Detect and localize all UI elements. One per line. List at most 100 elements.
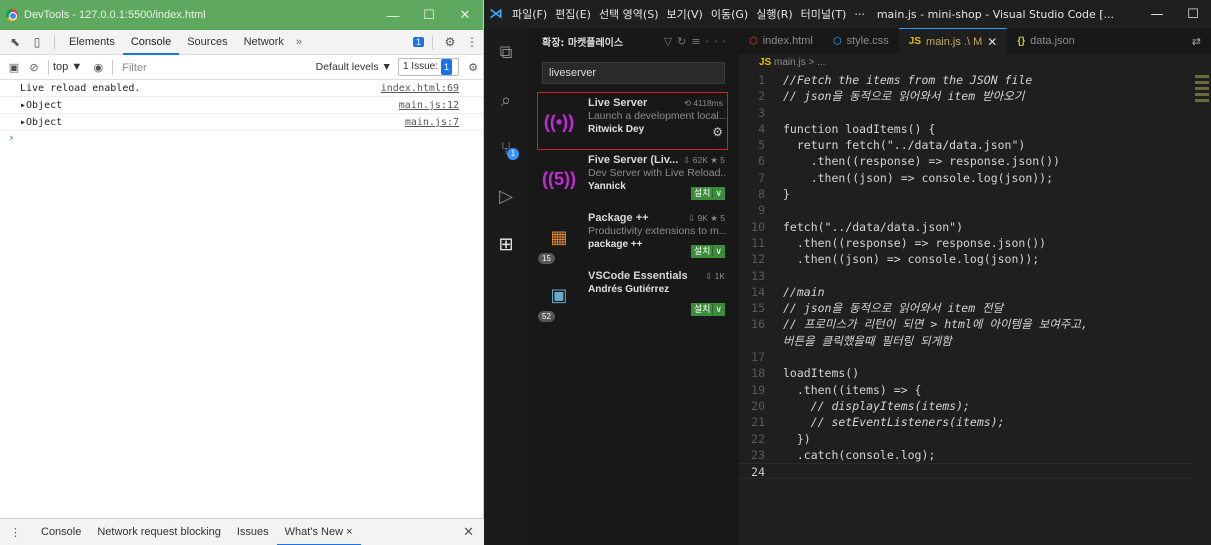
tab-sources[interactable]: Sources [179, 30, 235, 55]
console-source-link[interactable]: main.js:12 [399, 97, 459, 113]
maximize-button[interactable]: ☐ [1175, 7, 1211, 22]
run-debug-icon[interactable]: ▷ [484, 172, 528, 220]
extension-search-input[interactable]: liveserver [542, 62, 725, 84]
extension-item-five-server[interactable]: ((5)) Five Server (Liv... Dev Server wit… [528, 150, 739, 208]
close-tab-icon[interactable]: ✕ [987, 35, 997, 49]
minimap[interactable] [1193, 72, 1211, 132]
tab-main-js[interactable]: JS main.js .\ M ✕ [898, 28, 1008, 54]
close-button[interactable]: ✕ [447, 7, 483, 23]
manage-gear-icon[interactable]: ⚙ [712, 125, 723, 139]
extension-downloads-rating: 9K ★ 5 [697, 213, 725, 223]
search-icon[interactable]: ⌕ [484, 76, 528, 124]
tab-style-css[interactable]: ⬡ style.css [823, 28, 899, 54]
console-message[interactable]: ▸Object main.js:7 [0, 114, 483, 131]
menu-more[interactable]: ··· [850, 8, 869, 21]
line-number: 18 [751, 366, 765, 381]
console-source-link[interactable]: index.html:69 [381, 80, 459, 96]
maximize-button[interactable]: ☐ [411, 7, 447, 23]
install-dropdown-icon[interactable]: ∨ [712, 304, 722, 314]
console-message: Live reload enabled. index.html:69 [0, 80, 483, 97]
minimize-button[interactable]: — [375, 8, 411, 23]
close-drawer-icon[interactable]: ✕ [463, 524, 474, 540]
json-file-icon: {} [1017, 35, 1026, 47]
live-expression-eye-icon[interactable]: ◉ [88, 61, 108, 74]
tab-console[interactable]: Console [122, 30, 180, 55]
console-object-expander[interactable]: ▸Object [20, 114, 405, 130]
kebab-menu-icon[interactable]: ⋮ [461, 35, 483, 49]
source-control-icon[interactable]: ⑂ 1 [484, 124, 528, 172]
menu-edit[interactable]: 편집(E) [551, 6, 595, 22]
inspect-element-icon[interactable]: ⬉ [4, 35, 26, 49]
drawer-tab-console[interactable]: Console [33, 519, 89, 545]
compare-changes-icon[interactable]: ⇄ [1182, 28, 1211, 54]
console-object-expander[interactable]: ▸Object [20, 97, 399, 113]
line-number [739, 333, 783, 349]
issues-counter-button[interactable]: 1 Issue: 1 [397, 58, 459, 76]
device-toolbar-icon[interactable]: ▯ [26, 35, 48, 49]
context-selector[interactable]: top ▼ [53, 61, 82, 73]
install-button[interactable]: 설치 ∨ [690, 303, 725, 316]
install-dropdown-icon[interactable]: ∨ [712, 246, 722, 256]
install-dropdown-icon[interactable]: ∨ [712, 188, 722, 198]
menu-view[interactable]: 보기(V) [662, 6, 706, 22]
vscode-window: ⋊ 파일(F) 편집(E) 선택 영역(S) 보기(V) 이동(G) 실행(R)… [484, 0, 1211, 545]
tab-index-html[interactable]: ⬡ index.html [739, 28, 823, 54]
extension-description: Productivity extensions to m... [588, 225, 726, 237]
code-line: //main [783, 284, 825, 299]
devtools-window: DevTools - 127.0.0.1:5500/index.html — ☐… [0, 0, 484, 545]
menu-run[interactable]: 실행(R) [752, 6, 796, 22]
extension-description: Dev Server with Live Reload... [588, 167, 726, 179]
drawer-tab-whats-new[interactable]: What's New × [276, 519, 361, 545]
extension-item-live-server[interactable]: ((•)) Live Server Launch a development l… [537, 92, 728, 150]
console-message[interactable]: ▸Object main.js:12 [0, 97, 483, 114]
devtools-window-title: DevTools - 127.0.0.1:5500/index.html [24, 9, 206, 21]
breadcrumb[interactable]: JS main.js > ... [739, 54, 1211, 72]
line-number: 3 [758, 105, 765, 120]
install-button[interactable]: 설치 ∨ [690, 245, 725, 258]
console-settings-gear-icon[interactable]: ⚙ [463, 61, 483, 74]
extension-activation-time: 4118ms [693, 98, 723, 108]
menu-terminal[interactable]: 터미널(T) [797, 6, 851, 22]
extension-name: VSCode Essentials [588, 270, 688, 282]
console-source-link[interactable]: main.js:7 [405, 114, 459, 130]
console-message-text: Live reload enabled. [20, 83, 141, 94]
menu-go[interactable]: 이동(G) [707, 6, 752, 22]
drawer-tab-network-request-blocking[interactable]: Network request blocking [89, 519, 229, 545]
code-line: 버튼을 클릭했을때 필터링 되게함 [783, 333, 952, 348]
issues-badge[interactable]: 1 [412, 37, 424, 47]
extension-item-vscode-essentials[interactable]: ▣ 52 VSCode Essentials Andrés Gutiérrez … [528, 266, 739, 324]
download-icon: ⇩ [683, 155, 691, 165]
menu-selection[interactable]: 선택 영역(S) [595, 6, 663, 22]
clear-console-icon[interactable]: ⊘ [24, 61, 44, 74]
vscode-window-title: main.js - mini-shop - Visual Studio Code… [876, 7, 1115, 21]
extensions-icon[interactable]: ⊞ [484, 220, 528, 268]
code-line: }) [783, 431, 811, 446]
log-levels-dropdown[interactable]: Default levels ▼ [316, 61, 392, 73]
line-number: 23 [751, 447, 765, 462]
tab-elements[interactable]: Elements [61, 30, 123, 55]
download-icon: ⇩ [688, 213, 696, 223]
menu-file[interactable]: 파일(F) [508, 6, 551, 22]
install-button[interactable]: 설치 ∨ [690, 187, 725, 200]
explorer-icon[interactable]: ⧉ [484, 28, 528, 76]
line-number: 21 [751, 415, 765, 430]
code-editor[interactable]: 1 //Fetch the items from the JSON file 2 /… [739, 72, 1193, 480]
extension-item-package-plus-plus[interactable]: ▦ 15 Package ++ Productivity extensions … [528, 208, 739, 266]
drawer-tab-issues[interactable]: Issues [229, 519, 277, 545]
console-prompt[interactable]: › [0, 131, 483, 145]
extension-description: Launch a development local... [588, 110, 726, 122]
minimize-button[interactable]: — [1139, 7, 1175, 22]
sidebar-toggle-icon[interactable]: ▣ [4, 61, 24, 74]
code-line: } [783, 187, 790, 202]
drawer-menu-icon[interactable]: ⋮ [10, 526, 21, 539]
tab-data-json[interactable]: {} data.json [1007, 28, 1084, 54]
sidebar-actions[interactable]: ▽↻≡··· [664, 35, 731, 48]
line-number: 16 [751, 317, 765, 332]
more-tabs-button[interactable]: » [292, 36, 306, 48]
tab-network[interactable]: Network [236, 30, 292, 55]
console-filter-input[interactable]: Filter [117, 58, 252, 76]
code-line: // setEventListeners(items); [783, 415, 1005, 430]
line-number: 19 [751, 382, 765, 397]
settings-gear-icon[interactable]: ⚙ [439, 35, 461, 49]
code-line: .then((items) => { [783, 382, 922, 397]
